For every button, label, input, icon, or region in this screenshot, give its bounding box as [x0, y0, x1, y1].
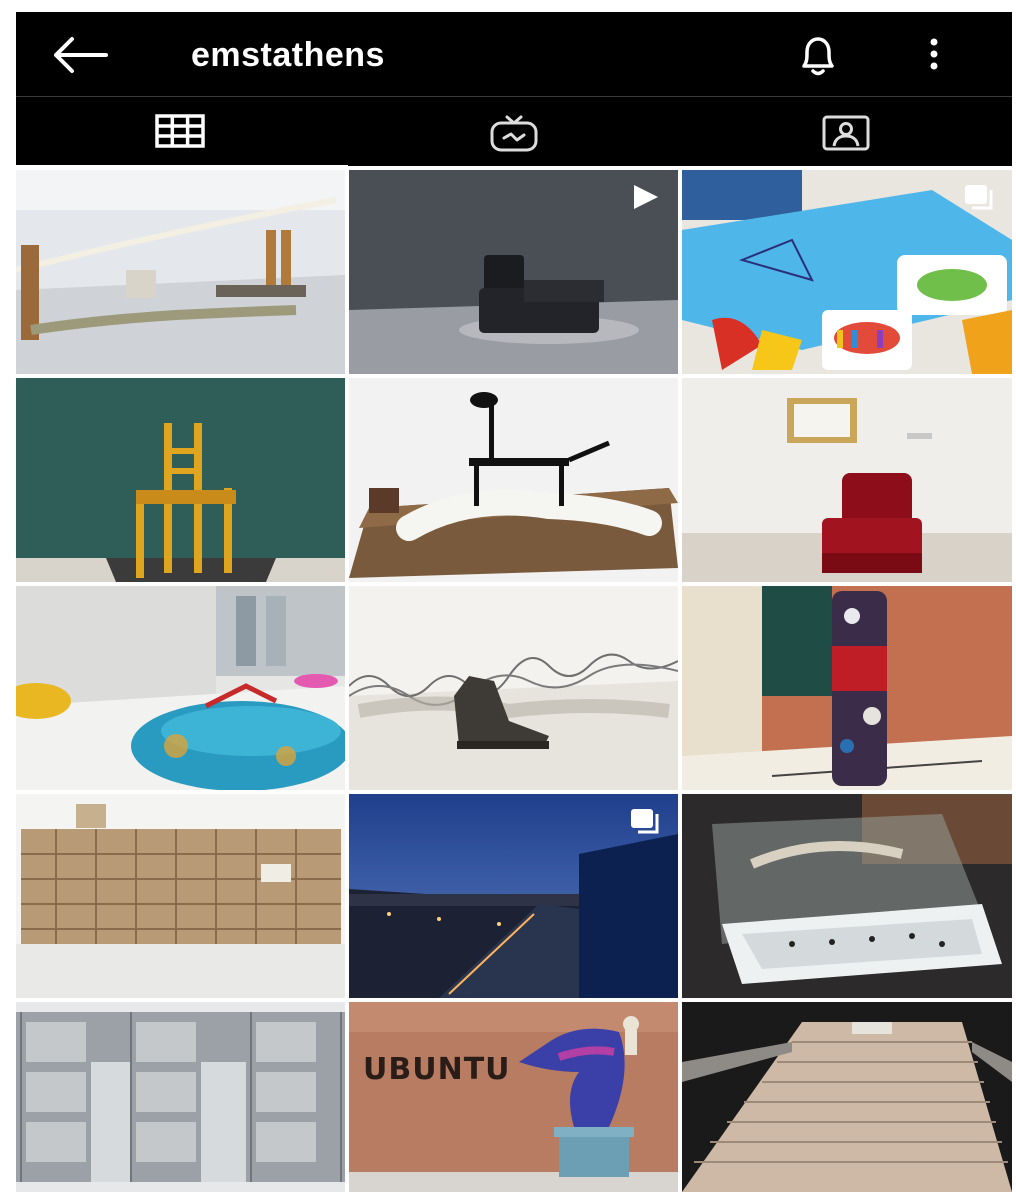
- ubuntu-wall-text: UBUNTU: [363, 1052, 511, 1087]
- tab-grid[interactable]: [16, 97, 348, 167]
- tab-tagged[interactable]: [680, 97, 1012, 167]
- post-image-cabinets: [16, 1002, 345, 1192]
- back-button[interactable]: [50, 34, 110, 76]
- post-tile[interactable]: [16, 378, 345, 582]
- bell-icon: [802, 37, 834, 76]
- post-tile[interactable]: [682, 378, 1012, 582]
- post-tile[interactable]: UBUNTU: [349, 1002, 678, 1192]
- post-image-ubuntu: [349, 1002, 678, 1192]
- carousel-icon: [965, 185, 993, 210]
- grid-icon: [155, 114, 205, 148]
- post-image-yellow-chair: [16, 378, 345, 582]
- video-icon: [634, 185, 658, 209]
- post-tile[interactable]: [682, 1002, 1012, 1192]
- post-image-blue-sack: [16, 586, 345, 790]
- post-image-vitrine: [682, 794, 1012, 998]
- post-tile[interactable]: [682, 586, 1012, 790]
- tab-igtv[interactable]: [348, 97, 680, 167]
- post-tile[interactable]: [682, 794, 1012, 998]
- top-bar: emstathens: [16, 12, 1012, 96]
- post-tile[interactable]: [16, 170, 345, 374]
- post-image-staircase: [682, 1002, 1012, 1192]
- post-image-shelves: [16, 794, 345, 998]
- post-tile[interactable]: [16, 586, 345, 790]
- tagged-person-icon: [822, 115, 870, 151]
- post-tile[interactable]: [16, 794, 345, 998]
- post-image-figure: [349, 378, 678, 582]
- profile-username: emstathens: [191, 36, 385, 74]
- notifications-button[interactable]: [788, 30, 848, 80]
- tv-icon: [490, 115, 538, 152]
- profile-tabs: [16, 96, 1012, 167]
- post-image-gallery: [16, 170, 345, 374]
- post-image-red-chair: [682, 378, 1012, 582]
- more-options-button[interactable]: [916, 30, 952, 80]
- post-image-boot: [349, 586, 678, 790]
- more-vertical-icon: [930, 38, 938, 70]
- profile-screen: emstathens UBUNTU: [16, 12, 1012, 1192]
- post-tile[interactable]: [16, 1002, 345, 1192]
- post-tile[interactable]: [349, 794, 678, 998]
- post-tile[interactable]: [349, 586, 678, 790]
- carousel-icon: [631, 809, 659, 834]
- posts-grid: UBUNTU: [16, 170, 1012, 1192]
- post-image-textile-column: [682, 586, 1012, 790]
- post-tile[interactable]: [682, 170, 1012, 374]
- post-tile[interactable]: [349, 170, 678, 374]
- arrow-left-icon: [54, 37, 108, 73]
- post-tile[interactable]: [349, 378, 678, 582]
